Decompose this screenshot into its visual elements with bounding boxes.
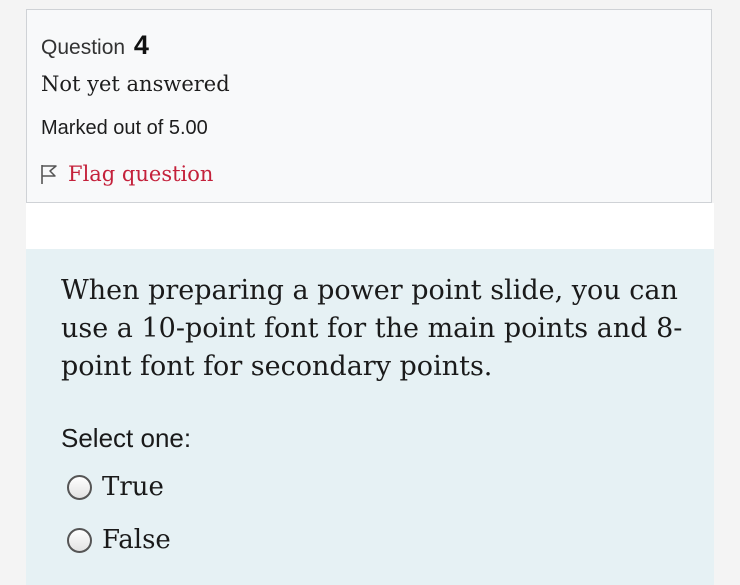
select-one-prompt: Select one: [61,423,192,453]
flag-icon [39,163,59,185]
panel-separator [26,203,714,249]
question-text: When preparing a power point slide, you … [61,275,683,382]
question-number: 4 [133,30,149,60]
answer-label-false: False [102,525,171,555]
flag-question-label: Flag question [68,162,214,186]
answer-option-true[interactable]: True [67,472,164,502]
question-state: Not yet answered [41,72,230,96]
answer-option-false[interactable]: False [67,525,171,555]
question-grade: Marked out of 5.00 [41,117,208,139]
question-info-panel: Question 4 Not yet answered Marked out o… [26,9,712,203]
question-content: When preparing a power point slide, you … [26,249,714,585]
flag-question-link[interactable]: Flag question [39,162,213,186]
answer-label-true: True [102,472,164,502]
question-title: Question 4 [41,30,149,61]
radio-unchecked-icon[interactable] [67,527,92,553]
question-label: Question [41,36,126,59]
radio-unchecked-icon[interactable] [67,474,92,500]
